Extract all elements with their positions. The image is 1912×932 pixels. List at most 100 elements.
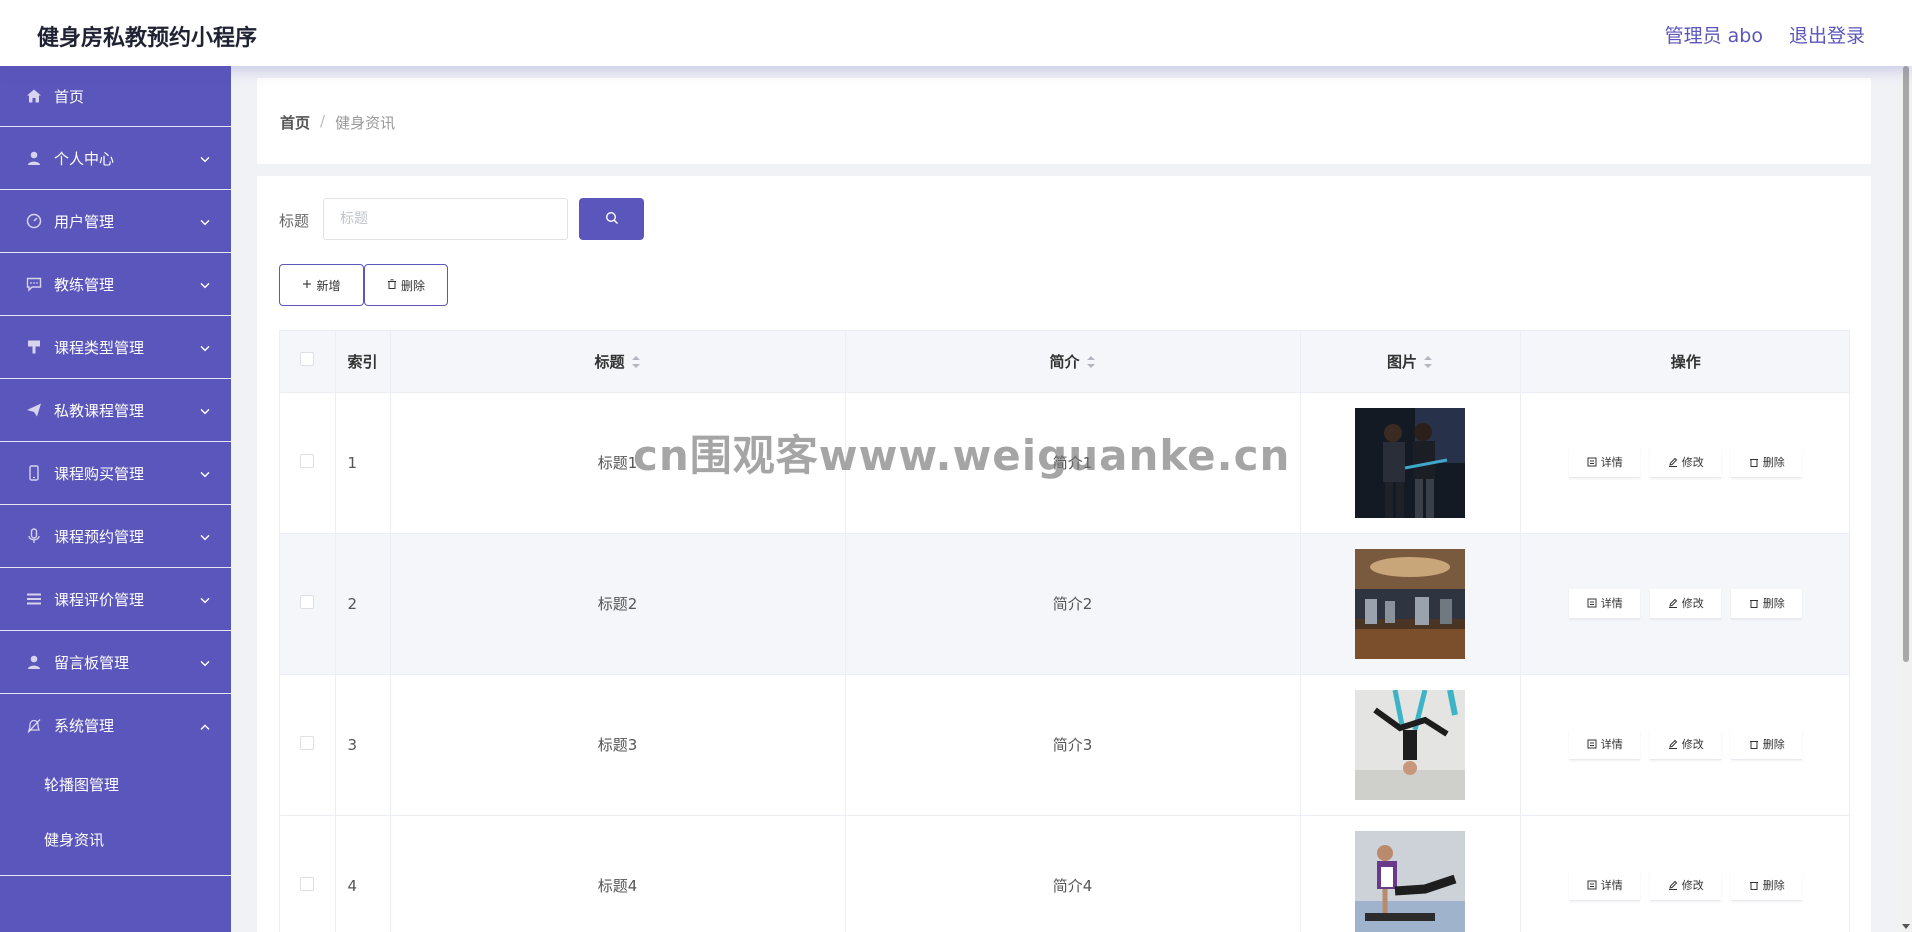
gauge-icon <box>26 213 42 229</box>
row-checkbox[interactable] <box>300 735 315 750</box>
row-select-cell <box>280 815 336 932</box>
table-row: 2 标题2 简介2 详情 修改 删除 <box>280 533 1849 675</box>
breadcrumb-card: 首页 / 健身资讯 <box>257 78 1871 164</box>
delete-button[interactable]: 删除 <box>1731 870 1803 901</box>
microphone-icon <box>26 528 42 544</box>
add-button-label: 新增 <box>316 278 341 293</box>
chevron-down-icon <box>199 214 211 226</box>
scroll-down-arrow-icon[interactable] <box>1902 922 1910 930</box>
page-scrollbar[interactable] <box>1900 66 1912 932</box>
sidebar-item-home[interactable]: 首页 <box>0 66 231 127</box>
paper-plane-icon <box>26 402 42 418</box>
app-title: 健身房私教预约小程序 <box>37 26 258 51</box>
column-header-summary[interactable]: 简介 <box>845 331 1301 393</box>
top-header: 健身房私教预约小程序 管理员 abo 退出登录 <box>0 0 1912 66</box>
add-button[interactable]: 新增 <box>279 264 364 306</box>
row-title: 标题4 <box>390 815 846 932</box>
row-actions-cell: 详情 修改 删除 <box>1520 533 1849 675</box>
sidebar-item-system-management[interactable]: 系统管理 <box>0 694 231 757</box>
aerial-yoga-photo[interactable] <box>1355 689 1465 800</box>
sidebar-item-coach-management[interactable]: 教练管理 <box>0 253 231 316</box>
row-actions-cell: 详情 修改 删除 <box>1520 674 1849 816</box>
sidebar-item-label: 课程评价管理 <box>54 590 145 609</box>
header-actions: 管理员 abo 退出登录 <box>1665 21 1865 48</box>
sidebar: 首页 个人中心 用户管理 教练管理 课程类型管理 私教课程管理 课程购买管理 课… <box>0 66 231 932</box>
sidebar-item-user-management[interactable]: 用户管理 <box>0 190 231 253</box>
detail-button[interactable]: 详情 <box>1569 870 1641 901</box>
edit-button[interactable]: 修改 <box>1650 870 1722 901</box>
detail-button[interactable]: 详情 <box>1569 447 1641 478</box>
delete-button[interactable]: 删除 <box>1731 447 1803 478</box>
table-header-row: 索引 标题 简介 图片 操作 <box>280 331 1849 393</box>
pencil-icon <box>1668 739 1677 749</box>
chevron-down-icon <box>199 466 211 478</box>
floor-exercise-photo[interactable] <box>1355 830 1465 932</box>
sort-caret-icon[interactable] <box>1423 354 1433 370</box>
detail-label: 详情 <box>1600 738 1623 751</box>
row-checkbox[interactable] <box>300 594 315 609</box>
sidebar-item-message-board-management[interactable]: 留言板管理 <box>0 631 231 694</box>
content-card: 标题 新增 删除 索引 标题 简介 图片 <box>257 176 1871 932</box>
title-search-input[interactable] <box>323 198 568 240</box>
sidebar-subitem-carousel-management[interactable]: 轮播图管理 <box>0 757 231 812</box>
table-row: 4 标题4 简介4 详情 修改 删除 <box>280 815 1849 932</box>
chevron-down-icon <box>199 655 211 667</box>
sidebar-item-course-booking-management[interactable]: 课程预约管理 <box>0 505 231 568</box>
edit-button[interactable]: 修改 <box>1650 447 1722 478</box>
edit-button[interactable]: 修改 <box>1650 729 1722 760</box>
delete-button-label: 删除 <box>400 278 425 293</box>
breadcrumb: 首页 / 健身资讯 <box>280 112 395 133</box>
select-all-cell <box>280 331 336 393</box>
row-select-cell <box>280 392 336 534</box>
chevron-down-icon <box>199 277 211 289</box>
sidebar-item-private-course-management[interactable]: 私教课程管理 <box>0 379 231 442</box>
sidebar-item-personal-center[interactable]: 个人中心 <box>0 127 231 190</box>
trash-icon <box>1749 459 1758 467</box>
row-summary: 简介2 <box>845 533 1301 675</box>
row-title: 标题2 <box>390 533 846 675</box>
sidebar-item-label: 留言板管理 <box>54 653 130 672</box>
sort-caret-icon[interactable] <box>1086 354 1096 370</box>
select-all-checkbox[interactable] <box>300 352 315 367</box>
batch-delete-button[interactable]: 删除 <box>364 264 448 306</box>
column-summary-text: 简介 <box>1049 352 1080 371</box>
sidebar-item-course-review-management[interactable]: 课程评价管理 <box>0 568 231 631</box>
row-image-cell <box>1300 815 1521 932</box>
column-header-title[interactable]: 标题 <box>390 331 846 393</box>
detail-button[interactable]: 详情 <box>1569 588 1641 619</box>
row-summary: 简介4 <box>845 815 1301 932</box>
row-summary: 简介1 <box>845 392 1301 534</box>
detail-button[interactable]: 详情 <box>1569 729 1641 760</box>
document-icon <box>1587 598 1597 608</box>
trash-icon <box>1749 600 1758 608</box>
edit-label: 修改 <box>1681 738 1704 751</box>
row-select-cell <box>280 674 336 816</box>
delete-button[interactable]: 删除 <box>1731 729 1803 760</box>
edit-button[interactable]: 修改 <box>1650 588 1722 619</box>
trash-icon <box>1749 741 1758 749</box>
row-checkbox[interactable] <box>300 453 315 468</box>
column-image-text: 图片 <box>1386 352 1417 371</box>
breadcrumb-home[interactable]: 首页 <box>280 112 310 133</box>
row-checkbox[interactable] <box>300 876 315 891</box>
column-header-image[interactable]: 图片 <box>1300 331 1521 393</box>
scrollbar-thumb[interactable] <box>1903 66 1909 662</box>
search-label: 标题 <box>279 212 310 230</box>
row-index: 1 <box>335 392 391 534</box>
sort-caret-icon[interactable] <box>631 354 641 370</box>
sidebar-item-course-type-management[interactable]: 课程类型管理 <box>0 316 231 379</box>
breadcrumb-separator: / <box>320 112 326 130</box>
gym-interior-photo[interactable] <box>1355 548 1465 659</box>
delete-button[interactable]: 删除 <box>1731 588 1803 619</box>
sidebar-item-course-purchase-management[interactable]: 课程购买管理 <box>0 442 231 505</box>
trainer-couple-gym-photo[interactable] <box>1355 407 1465 518</box>
admin-user-label[interactable]: 管理员 abo <box>1665 21 1763 48</box>
delete-label: 删除 <box>1762 879 1785 892</box>
chat-icon <box>26 276 42 292</box>
search-button[interactable] <box>579 198 644 240</box>
logout-link[interactable]: 退出登录 <box>1789 21 1865 48</box>
news-table: 索引 标题 简介 图片 操作 1 标题1 简介1 详情 修改 删除 2 标题2 … <box>279 330 1850 932</box>
sidebar-subitem-fitness-news[interactable]: 健身资讯 <box>0 812 231 867</box>
row-index: 2 <box>335 533 391 675</box>
sidebar-item-label: 用户管理 <box>54 212 115 231</box>
